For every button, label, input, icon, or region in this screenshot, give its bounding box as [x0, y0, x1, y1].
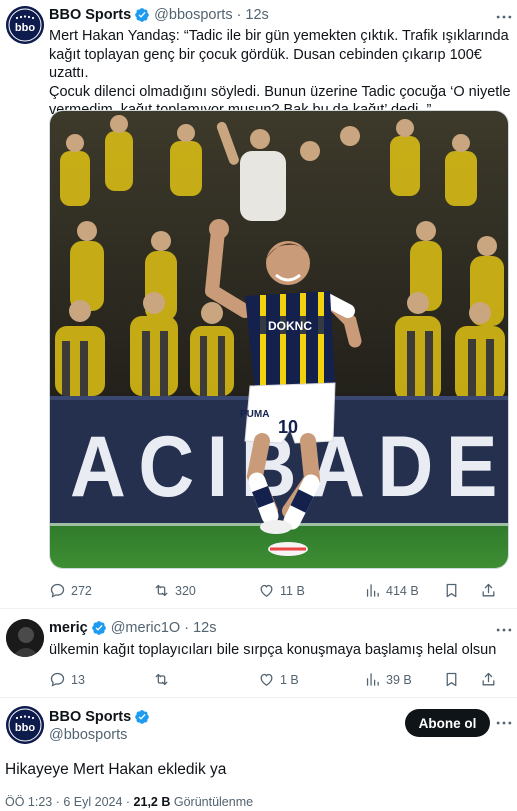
like-button[interactable]: 11 B [258, 582, 305, 599]
post-header: BBO Sports @bbosports · 12s [49, 7, 269, 23]
views-count: 414 B [386, 583, 419, 598]
author-handle[interactable]: @meric1O [111, 620, 181, 636]
more-options-icon[interactable] [494, 7, 514, 27]
author-handle[interactable]: @bbosports [154, 7, 232, 23]
retweet-count: 320 [175, 583, 196, 598]
reply-button[interactable]: 13 [49, 671, 85, 688]
bbo-logo: bbo [6, 6, 44, 44]
views-icon [366, 584, 379, 597]
more-options-icon[interactable] [494, 713, 514, 733]
views-button[interactable]: 414 B [364, 582, 419, 599]
retweet-button[interactable]: 320 [153, 582, 196, 599]
author-name[interactable]: BBO Sports [49, 709, 131, 725]
bookmark-icon[interactable] [443, 671, 460, 688]
meric-avatar[interactable] [6, 619, 44, 657]
retweet-icon [155, 584, 168, 597]
bbo-sports-avatar[interactable]: bbo [6, 6, 44, 44]
post-meta: ÖÖ 1:23 · 6 Eyl 2024 · 21,2 B Görüntülen… [5, 795, 253, 809]
separator-dot: · [184, 620, 190, 636]
retweet-icon [155, 673, 168, 686]
shorts-brand: PUMA [240, 409, 269, 420]
bbo-logo-text: bbo [15, 22, 35, 34]
post-header-handle: @bbosports [49, 727, 127, 743]
view-count: 21,2 B [133, 795, 171, 809]
verified-badge-icon [135, 8, 150, 22]
reply-button[interactable]: 272 [49, 582, 92, 599]
post-text-line: Çocuk dilenci olmadığını söyledi. Bunun … [49, 83, 511, 100]
divider [0, 608, 517, 609]
post-header: meriç @meric1O · 12s [49, 620, 216, 636]
reply-count: 272 [71, 583, 92, 598]
like-button[interactable]: 1 B [258, 671, 299, 688]
separator-dot: · [236, 7, 242, 23]
like-count: 1 B [280, 672, 299, 687]
views-button[interactable]: 39 B [364, 671, 412, 688]
bookmark-icon[interactable] [443, 582, 460, 599]
avatar-photo [6, 619, 44, 657]
more-options-icon[interactable] [494, 620, 514, 640]
view-count-label: Görüntülenme [170, 795, 254, 809]
post-timestamp[interactable]: ÖÖ 1:23 · 6 Eyl 2024 · [5, 795, 134, 809]
heart-icon [260, 584, 273, 597]
author-name[interactable]: BBO Sports [49, 7, 131, 23]
views-icon [366, 673, 379, 686]
post-time[interactable]: 12s [245, 7, 268, 23]
author-name[interactable]: meriç [49, 620, 88, 636]
post-text: Mert Hakan Yandaş: “Tadic ile bir gün ye… [49, 27, 515, 120]
bbo-logo: bbo [6, 706, 44, 744]
football-celebration-photo: ACIBADE DOKNC PUMA 10 [50, 111, 508, 568]
share-icon[interactable] [480, 671, 497, 688]
views-count: 39 B [386, 672, 412, 687]
author-handle[interactable]: @bbosports [49, 727, 127, 743]
verified-badge-icon [135, 710, 150, 724]
post-actions: 13 1 B 39 B [0, 670, 517, 690]
post-text: ülkemin kağıt toplayıcıları bile sırpça … [49, 642, 497, 658]
reply-count: 13 [71, 672, 85, 687]
post-image[interactable]: ACIBADE DOKNC PUMA 10 [49, 110, 509, 569]
post-actions: 272 320 11 B 414 B [0, 581, 517, 601]
main-post-text: Hikayeye Mert Hakan ekledik ya [5, 761, 227, 778]
retweet-button[interactable] [153, 671, 175, 688]
post-text-line: Mert Hakan Yandaş: “Tadic ile bir gün ye… [49, 28, 509, 44]
bbo-sports-avatar[interactable]: bbo [6, 706, 44, 744]
reply-icon [50, 583, 65, 598]
follow-button[interactable]: Abone ol [405, 709, 490, 737]
heart-icon [260, 673, 273, 686]
post-text-line: kağıt toplayan genç bir çocuk gördük. Du… [49, 46, 482, 82]
shirt-sponsor: DOKNC [268, 319, 312, 333]
bbo-logo-text: bbo [15, 722, 35, 734]
divider [0, 697, 517, 698]
shorts-number: 10 [278, 417, 298, 437]
share-icon[interactable] [480, 582, 497, 599]
post-time[interactable]: 12s [193, 620, 216, 636]
reply-icon [50, 672, 65, 687]
like-count: 11 B [280, 583, 305, 598]
verified-badge-icon [91, 621, 106, 635]
post-header: BBO Sports [49, 709, 154, 725]
